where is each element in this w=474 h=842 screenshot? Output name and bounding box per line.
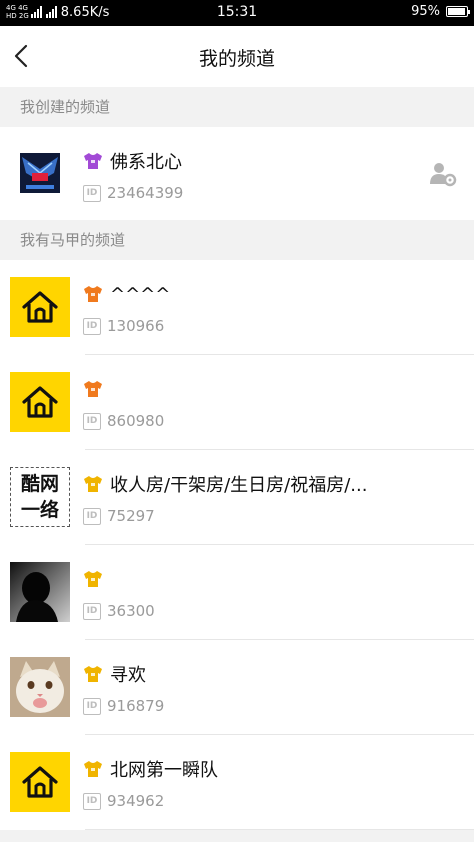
channel-name: 佛系北心 <box>110 152 182 173</box>
channel-title-line <box>83 377 103 401</box>
channel-id: 916879 <box>107 697 165 715</box>
battery-icon <box>446 6 470 17</box>
status-bar: 4G 4G HD 2G 8.65K/s 15:31 95% <box>0 0 474 26</box>
channel-name: ^^^^ <box>110 283 171 305</box>
channel-id: 934962 <box>107 792 165 810</box>
channel-row[interactable]: 酷网一络 收人房/干架房/生日房/祝福房/... ID 75297 <box>0 450 474 545</box>
channel-id: 130966 <box>107 317 165 335</box>
status-time: 15:31 <box>216 4 258 20</box>
id-icon: ID <box>83 602 101 620</box>
tshirt-badge-icon <box>84 153 102 169</box>
manage-channel-button[interactable] <box>428 161 458 187</box>
channel-avatar <box>10 143 70 203</box>
channel-name: 寻欢 <box>110 665 146 686</box>
section-header-alias: 我有马甲的频道 <box>0 220 474 260</box>
avatar-photo <box>10 657 70 717</box>
channel-avatar <box>10 657 70 717</box>
nav-bar: 我的频道 <box>0 26 474 86</box>
channel-id-line: ID 860980 <box>83 412 164 430</box>
id-icon: ID <box>83 412 101 430</box>
channel-avatar <box>10 372 70 432</box>
channel-row[interactable]: 寻欢 ID 916879 <box>0 640 474 735</box>
house-icon <box>22 291 58 323</box>
channel-avatar <box>10 562 70 622</box>
avatar-photo <box>10 562 70 622</box>
avatar-text-logo: 酷网一络 <box>10 467 70 527</box>
list-footer <box>0 830 474 842</box>
channel-title-line: 寻欢 <box>83 662 146 686</box>
channel-id-line: ID 36300 <box>83 602 155 620</box>
channel-title-line <box>83 567 103 591</box>
channel-id: 23464399 <box>107 184 184 202</box>
channel-name: 收人房/干架房/生日房/祝福房/... <box>110 475 368 496</box>
channel-id-line: ID 75297 <box>83 507 155 525</box>
tshirt-badge-icon <box>84 286 102 302</box>
battery-percent: 95% <box>411 4 440 19</box>
id-icon: ID <box>83 317 101 335</box>
channel-id: 75297 <box>107 507 155 525</box>
tshirt-badge-icon <box>84 476 102 492</box>
channel-row[interactable]: 北网第一瞬队 ID 934962 <box>0 735 474 830</box>
channel-row[interactable]: ID 860980 <box>0 355 474 450</box>
channel-avatar: 酷网一络 <box>10 467 70 527</box>
battery-fill <box>448 8 465 15</box>
section-header-created: 我创建的频道 <box>0 87 474 127</box>
channel-avatar <box>10 277 70 337</box>
channel-id-line: ID 934962 <box>83 792 164 810</box>
channel-id-line: ID 23464399 <box>83 184 183 202</box>
tshirt-badge-icon <box>84 571 102 587</box>
channel-title-line: 收人房/干架房/生日房/祝福房/... <box>83 472 367 496</box>
user-gear-icon <box>430 163 457 187</box>
channel-title-line: ^^^^ <box>83 282 170 306</box>
status-right: 95% <box>411 4 470 19</box>
house-icon <box>22 386 58 418</box>
channel-id: 36300 <box>107 602 155 620</box>
page-title: 我的频道 <box>198 48 275 70</box>
channel-id-line: ID 916879 <box>83 697 164 715</box>
channel-id-line: ID 130966 <box>83 317 164 335</box>
channel-title-line: 北网第一瞬队 <box>83 757 218 781</box>
channel-title-line: 佛系北心 <box>83 149 182 173</box>
id-icon: ID <box>83 792 101 810</box>
channel-row[interactable]: ^^^^ ID 130966 <box>0 260 474 355</box>
house-icon <box>22 766 58 798</box>
tshirt-badge-icon <box>84 381 102 397</box>
id-icon: ID <box>83 507 101 525</box>
channel-id: 860980 <box>107 412 165 430</box>
channel-row[interactable]: 佛系北心 ID 23464399 <box>0 127 474 220</box>
channel-name: 北网第一瞬队 <box>110 760 218 781</box>
tshirt-badge-icon <box>84 761 102 777</box>
id-icon: ID <box>83 184 101 202</box>
id-icon: ID <box>83 697 101 715</box>
channel-avatar <box>10 752 70 812</box>
channel-row[interactable]: ID 36300 <box>0 545 474 640</box>
channel-logo-icon <box>10 143 70 203</box>
tshirt-badge-icon <box>84 666 102 682</box>
